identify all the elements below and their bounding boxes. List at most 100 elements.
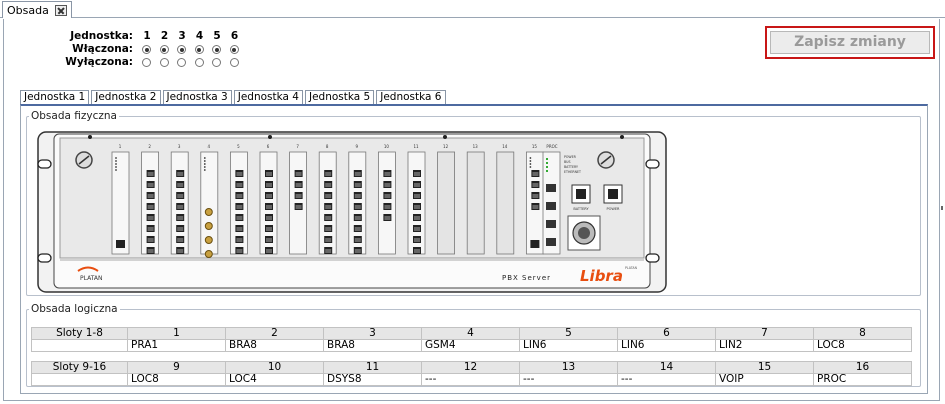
slot-card-2[interactable] [141,151,159,255]
switch-label: POWER [607,207,621,211]
slot-number: 2 [225,327,324,340]
slot-card-proc[interactable] [542,151,561,255]
unit-5-enabled-radio[interactable] [212,45,221,54]
rack-screw [620,135,624,139]
slot-number-label: 12 [443,144,449,149]
proc-label: BATTERY [564,165,578,169]
unit-6-disabled-radio[interactable] [229,58,239,67]
slot-card-1[interactable] [111,151,130,255]
unit-number-1: 1 [143,30,151,42]
slot-number-label: 4 [208,144,211,149]
slot-card-12[interactable] [437,151,456,255]
slot-card-4[interactable] [200,151,219,258]
slot-number: 7 [715,327,814,340]
unit-number-2: 2 [160,30,169,42]
mount-hole [645,253,660,263]
disabled-label: Wyłączona: [65,56,133,68]
tab-jednostka-5[interactable]: Jednostka 5 [305,90,375,104]
rack-illustration: 1 2 3 4 5 6 7 8 9 10 11 12 13 14 15 PROCPOWERBUSBATTERY… [37,131,667,293]
slot-number: 10 [225,361,324,374]
slot-card-6[interactable] [259,151,278,255]
tab-jednostka-1[interactable]: Jednostka 1 [20,90,90,105]
unit-4-enabled-radio[interactable] [194,45,204,54]
slot-card[interactable]: --- [519,373,618,386]
save-button-highlight: Zapisz zmiany [765,26,935,59]
save-button[interactable]: Zapisz zmiany [770,31,930,54]
logical-table-1: Sloty 1-8 1 2 3 4 5 6 7 8 PRA1 BRA8 BRA8 GSM4 LIN6 LIN… [31,327,912,352]
unit-number-5: 5 [213,30,221,42]
brand-small: PLATAN [625,266,638,270]
physical-fieldset: Obsada fizyczna 1 2 3 4 5 6 7 8 9 10 11 12 13 14 15 PRO… [26,110,921,296]
slot-number: 12 [421,361,520,374]
battery-switch[interactable] [571,184,591,204]
brand-left: PLATAN [80,275,103,282]
unit-1-enabled-radio[interactable] [142,45,151,54]
slot-card-3[interactable] [170,151,189,255]
slot-card[interactable]: --- [421,373,520,386]
rack-screw [268,135,272,139]
slot-card-15[interactable] [525,151,544,255]
slot-card-8[interactable] [318,151,337,255]
slot-card[interactable]: PROC [813,373,912,386]
slot-range-label: Sloty 9-16 [31,361,128,374]
slot-card-11[interactable] [407,151,426,255]
power-socket [567,215,601,251]
unit-label: Jednostka: [70,30,133,42]
slot-card-5[interactable] [229,151,248,255]
power-switch[interactable] [603,184,623,204]
slot-number: 6 [617,327,716,340]
slot-number: 5 [519,327,618,340]
slot-card[interactable]: --- [617,373,716,386]
slot-number: 8 [813,327,912,340]
slot-card-13[interactable] [466,151,485,255]
slot-number-label: 10 [384,144,390,149]
slot-card[interactable]: PRA1 [127,339,226,352]
logical-legend: Obsada logiczna [31,303,118,315]
slot-card[interactable]: GSM4 [421,339,520,352]
empty-cell [31,339,128,352]
unit-2-enabled-radio[interactable] [159,45,169,54]
slot-card[interactable]: LIN2 [715,339,814,352]
unit-2-disabled-radio[interactable] [159,58,169,67]
slot-number-label: PROC [546,144,557,149]
app-root: Obsada Jednostka: Włączona: Wyłączona: 1… [0,0,945,404]
slot-number-label: 5 [237,144,240,149]
slot-card[interactable]: BRA8 [323,339,422,352]
physical-legend: Obsada fizyczna [31,110,117,122]
brand-logo: Libra [580,267,623,285]
unit-6-enabled-radio[interactable] [229,45,239,54]
unit-1-disabled-radio[interactable] [142,58,151,67]
tab-jednostka-2[interactable]: Jednostka 2 [91,90,161,104]
slot-card[interactable]: LOC4 [225,373,324,386]
tab-obsada[interactable]: Obsada [2,1,72,18]
slot-card[interactable]: BRA8 [225,339,324,352]
slot-card[interactable]: VOIP [715,373,814,386]
slot-card[interactable]: LOC8 [813,339,912,352]
slot-number: 9 [127,361,226,374]
brand-pbx-server: PBX Server [502,274,551,282]
tab-jednostka-3[interactable]: Jednostka 3 [162,90,232,104]
unit-5-disabled-radio[interactable] [212,58,221,67]
slot-card-7[interactable] [289,151,308,255]
top-tab-bar: Obsada [0,0,945,18]
close-icon[interactable] [54,4,67,16]
slot-number-label: 6 [267,144,270,149]
unit-3-enabled-radio[interactable] [177,45,186,54]
slot-card[interactable]: LOC8 [127,373,226,386]
proc-label: ETHERNET [564,170,581,174]
slot-number-label: 3 [178,144,181,149]
slot-number: 15 [715,361,814,374]
unit-number-6: 6 [230,30,239,42]
slot-card[interactable]: LIN6 [519,339,618,352]
slot-card-9[interactable] [348,151,367,255]
unit-3-disabled-radio[interactable] [177,58,186,67]
tab-jednostka-4[interactable]: Jednostka 4 [233,90,303,104]
slot-card-14[interactable] [496,151,515,255]
slot-card-10[interactable] [377,151,396,255]
unit-4-disabled-radio[interactable] [194,58,204,67]
slot-number-label: 15 [532,144,538,149]
slot-card[interactable]: DSYS8 [323,373,422,386]
tab-jednostka-6[interactable]: Jednostka 6 [376,90,446,104]
proc-label: BUS [564,160,571,164]
slot-card[interactable]: LIN6 [617,339,716,352]
